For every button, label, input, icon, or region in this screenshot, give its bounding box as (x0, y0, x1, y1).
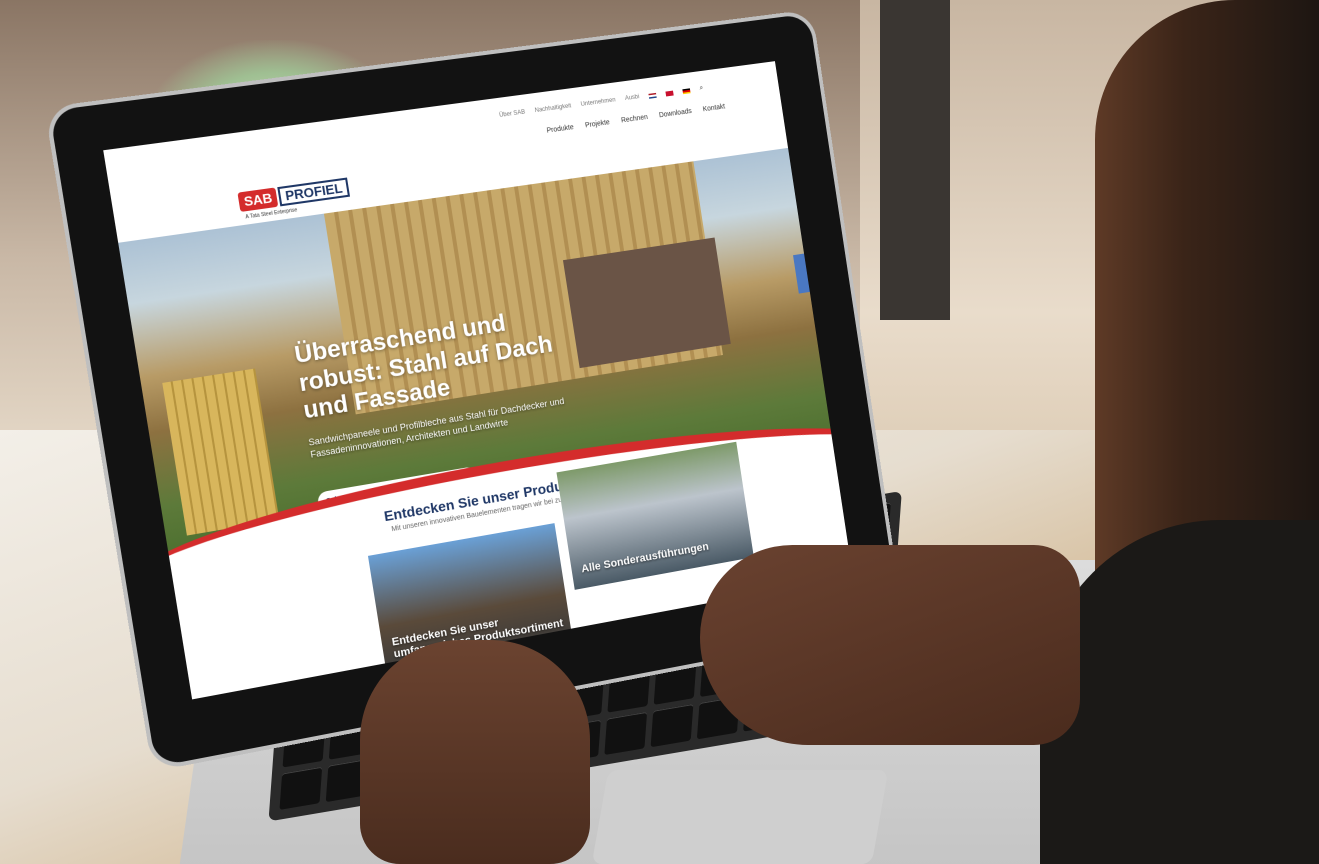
util-nav-item[interactable]: Über SAB (499, 109, 526, 118)
logo-profiel: PROFIEL (277, 177, 350, 207)
flag-de-icon[interactable] (682, 87, 691, 94)
product-card-label: Alle Sonderausführungen (580, 541, 710, 576)
search-icon[interactable]: ⌕ (699, 85, 704, 93)
util-nav-item[interactable]: Nachhaltigkeit (534, 103, 571, 114)
nav-item-rechnen[interactable]: Rechnen (621, 114, 649, 124)
flag-en-icon[interactable] (665, 90, 674, 96)
flag-nl-icon[interactable] (648, 92, 657, 99)
util-nav-item[interactable]: Ausbi (625, 94, 640, 102)
feedback-side-tab[interactable] (793, 253, 810, 294)
nav-item-downloads[interactable]: Downloads (659, 108, 693, 119)
logo-sab: SAB (237, 187, 279, 212)
nav-item-kontakt[interactable]: Kontakt (702, 103, 725, 113)
window-frame (880, 0, 950, 320)
nav-item-produkte[interactable]: Produkte (546, 124, 574, 135)
right-hand (700, 545, 1080, 745)
hero-fence-image (162, 368, 280, 536)
nav-item-projekte[interactable]: Projekte (585, 119, 611, 129)
laptop-trackpad (591, 770, 889, 864)
util-nav-item[interactable]: Unternehmen (580, 97, 616, 108)
left-hand (360, 640, 590, 864)
photo-scene: Überraschend und robust: Stahl auf Dach … (0, 0, 1319, 864)
